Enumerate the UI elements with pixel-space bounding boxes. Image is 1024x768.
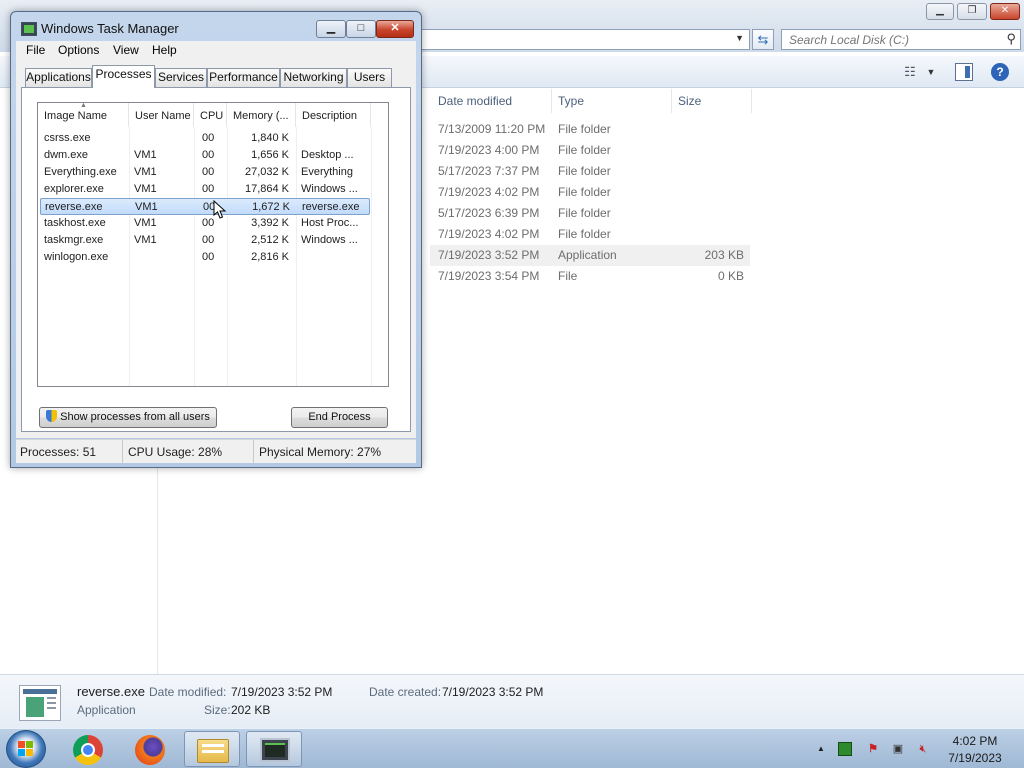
explorer-restore-button[interactable]: ❐: [957, 3, 987, 20]
close-icon: ✕: [390, 22, 400, 34]
menu-help[interactable]: Help: [152, 43, 177, 57]
details-size: 202 KB: [231, 703, 271, 717]
taskbar-taskmgr-button[interactable]: [246, 731, 302, 767]
taskbar-chrome-button[interactable]: [60, 731, 116, 767]
processes-panel: Image Name ▲ User Name CPU Memory (... D…: [21, 87, 411, 432]
menu-view[interactable]: View: [113, 43, 139, 57]
column-header-image-name[interactable]: Image Name ▲: [38, 103, 129, 127]
menu-file[interactable]: File: [26, 43, 45, 57]
process-row-selected[interactable]: reverse.exe VM1 00 1,672 Kreverse.exe: [40, 198, 370, 215]
application-icon: [19, 685, 61, 721]
clock-date[interactable]: 7/19/2023: [935, 751, 1015, 765]
file-row[interactable]: 7/19/2023 4:02 PM File folder: [430, 224, 750, 245]
status-physical-memory: Physical Memory: 27%: [259, 445, 382, 459]
column-header-size[interactable]: Size: [672, 89, 752, 113]
details-date-modified-label: Date modified:: [149, 685, 227, 699]
network-icon[interactable]: ▣: [891, 742, 905, 756]
sort-arrow-icon: ▲: [80, 102, 87, 109]
menu-options[interactable]: Options: [58, 43, 99, 57]
mouse-cursor-icon: [213, 200, 227, 219]
view-options-icon[interactable]: ☷: [900, 63, 920, 81]
file-row[interactable]: 5/17/2023 6:39 PM File folder: [430, 203, 750, 224]
preview-pane-icon[interactable]: [955, 63, 973, 81]
task-manager-body: Applications Processes Services Performa…: [16, 61, 416, 438]
column-header-type[interactable]: Type: [552, 89, 672, 113]
tab-services[interactable]: Services: [155, 68, 207, 87]
close-button[interactable]: ✕: [376, 20, 414, 38]
taskbar-firefox-button[interactable]: [122, 731, 178, 767]
process-list[interactable]: Image Name ▲ User Name CPU Memory (... D…: [37, 102, 389, 387]
taskbar-explorer-button[interactable]: [184, 731, 240, 767]
task-manager-icon: [21, 22, 37, 36]
refresh-button[interactable]: ⇆: [752, 29, 774, 50]
help-icon[interactable]: ?: [991, 63, 1009, 81]
windows-logo-icon: [18, 741, 34, 757]
volume-muted-icon[interactable]: 🔇︎: [916, 742, 930, 756]
file-row[interactable]: 7/19/2023 4:02 PM File folder: [430, 182, 750, 203]
process-row[interactable]: Everything.exe VM1 00 27,032 K Everything: [40, 164, 370, 181]
firefox-icon: [135, 735, 165, 765]
explorer-close-button[interactable]: ✕: [990, 3, 1020, 20]
tab-networking[interactable]: Networking: [280, 68, 347, 87]
status-indicator-icon[interactable]: [838, 742, 852, 756]
file-row[interactable]: 7/19/2023 4:00 PM File folder: [430, 140, 750, 161]
file-row[interactable]: 7/13/2009 11:20 PM File folder: [430, 119, 750, 140]
address-bar[interactable]: ▼: [420, 29, 750, 50]
tab-users[interactable]: Users: [347, 68, 392, 87]
task-manager-window: Windows Task Manager ▁ □ ✕ File Options …: [10, 11, 422, 468]
chevron-down-icon[interactable]: ▼: [735, 33, 744, 43]
status-cpu-usage: CPU Usage: 28%: [123, 440, 254, 464]
tab-processes[interactable]: Processes: [92, 65, 155, 88]
tab-performance[interactable]: Performance: [207, 68, 280, 87]
shield-icon: [46, 410, 58, 422]
file-row[interactable]: 7/19/2023 3:54 PM File 0 KB: [430, 266, 750, 287]
process-row[interactable]: dwm.exe VM1 00 1,656 K Desktop ...: [40, 147, 370, 164]
show-hidden-icons-icon[interactable]: ▲: [814, 742, 828, 756]
maximize-button[interactable]: □: [346, 20, 376, 38]
process-row[interactable]: winlogon.exe 00 2,816 K: [40, 249, 370, 266]
column-header-user-name[interactable]: User Name: [129, 103, 194, 127]
file-row[interactable]: 5/17/2023 7:37 PM File folder: [430, 161, 750, 182]
details-date-created-label: Date created:: [369, 685, 442, 699]
process-row[interactable]: taskmgr.exe VM1 00 2,512 K Windows ...: [40, 232, 370, 249]
start-button[interactable]: [6, 730, 46, 768]
refresh-icon: ⇆: [757, 32, 769, 47]
action-center-icon[interactable]: ⚑: [866, 742, 880, 756]
details-date-modified: 7/19/2023 3:52 PM: [231, 685, 333, 699]
column-header-date-modified[interactable]: Date modified: [432, 89, 552, 113]
minimize-button[interactable]: ▁: [316, 20, 346, 38]
status-processes: Processes: 51: [16, 440, 123, 464]
tab-applications[interactable]: Applications: [25, 68, 92, 87]
file-row-selected[interactable]: 7/19/2023 3:52 PM Application 203 KB: [430, 245, 750, 266]
task-manager-icon: [260, 738, 290, 762]
column-header-memory[interactable]: Memory (...: [227, 103, 296, 127]
details-size-label: Size:: [204, 703, 231, 717]
explorer-minimize-button[interactable]: ▁: [926, 3, 954, 20]
search-box[interactable]: ⚲: [781, 29, 1021, 50]
search-input[interactable]: [782, 30, 992, 49]
details-file-type: Application: [77, 703, 136, 717]
column-header-description[interactable]: Description: [296, 103, 371, 127]
chrome-icon: [73, 735, 103, 765]
status-bar: Processes: 51 CPU Usage: 28% Physical Me…: [16, 439, 416, 464]
window-title: Windows Task Manager: [41, 21, 179, 36]
process-row[interactable]: explorer.exe VM1 00 17,864 K Windows ...: [40, 181, 370, 198]
details-pane: reverse.exe Date modified: 7/19/2023 3:5…: [0, 674, 1024, 728]
column-header-cpu[interactable]: CPU: [194, 103, 227, 127]
clock-time[interactable]: 4:02 PM: [935, 734, 1015, 748]
taskbar: ▲ ⚑ ▣ 🔇︎ 4:02 PM 7/19/2023: [0, 728, 1024, 768]
column-divider: [371, 127, 372, 386]
details-date-created: 7/19/2023 3:52 PM: [442, 685, 544, 699]
explorer-folder-icon: [197, 739, 229, 763]
search-icon[interactable]: ⚲: [1006, 31, 1016, 47]
details-file-name: reverse.exe: [77, 684, 145, 699]
show-all-processes-button[interactable]: Show processes from all users: [39, 407, 217, 428]
chevron-down-icon[interactable]: ▼: [924, 63, 938, 81]
process-row[interactable]: csrss.exe 00 1,840 K: [40, 130, 370, 147]
process-row[interactable]: taskhost.exe VM1 00 3,392 K Host Proc...: [40, 215, 370, 232]
end-process-button[interactable]: End Process: [291, 407, 388, 428]
menu-bar: File Options View Help: [16, 41, 416, 61]
